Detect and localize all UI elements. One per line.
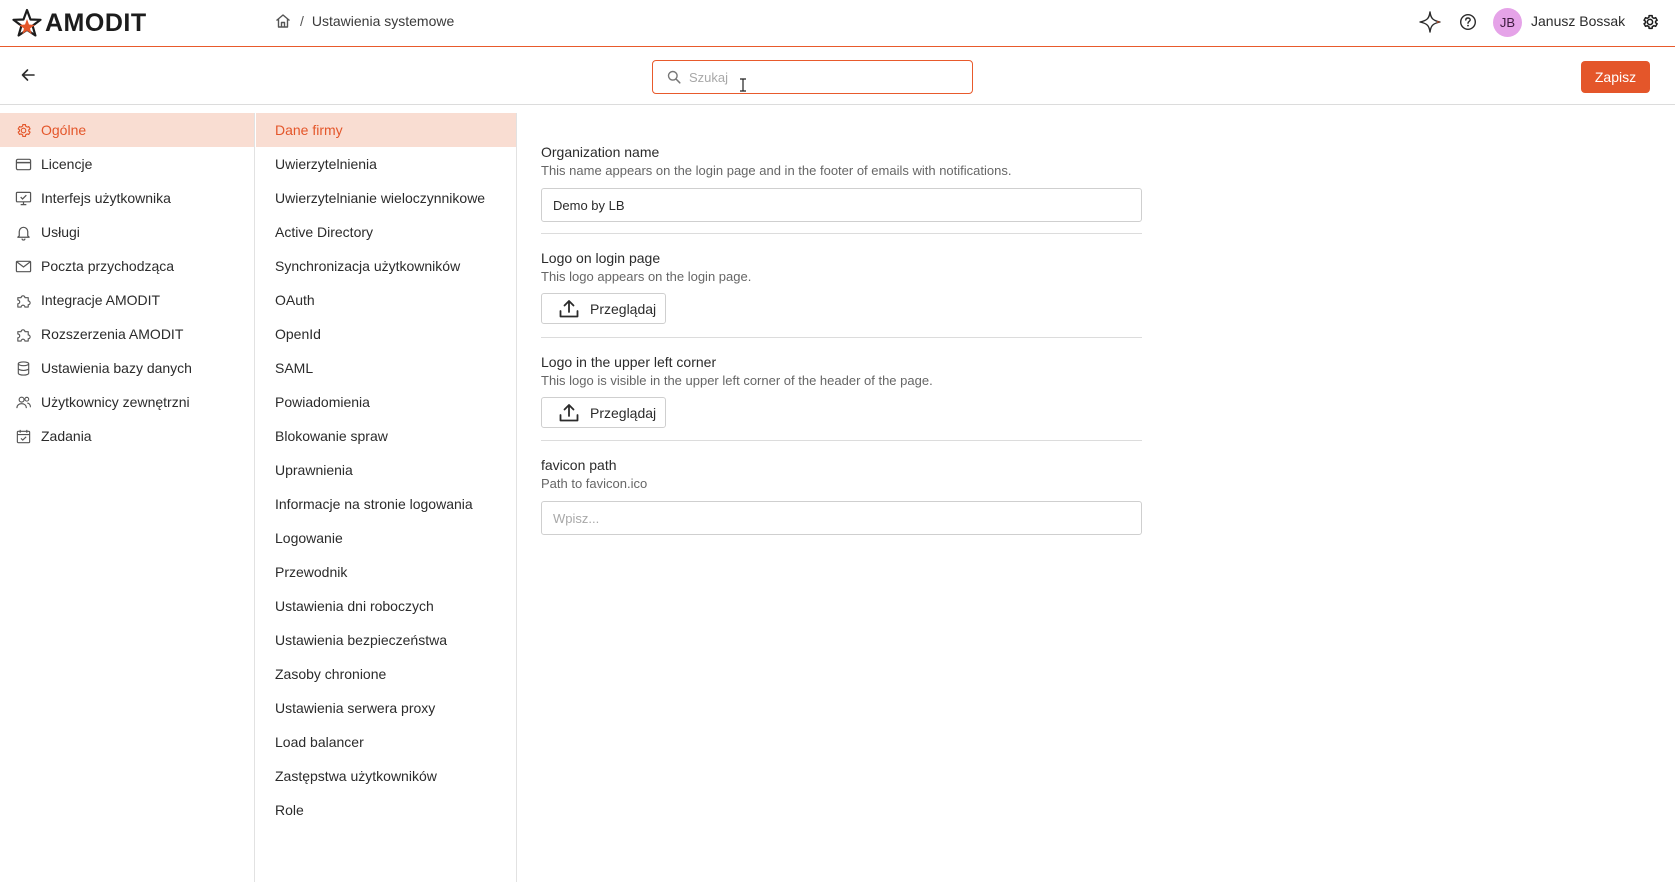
favicon-field: favicon path Path to favicon.ico Wpisz..… [541, 441, 1142, 535]
breadcrumb-current: Ustawienia systemowe [311, 13, 455, 29]
field-description: This name appears on the login page and … [541, 163, 1012, 178]
left-nav-item-ogolne[interactable]: Ogólne [0, 113, 254, 147]
puzzle-icon [14, 325, 32, 343]
left-nav-label: Poczta przychodząca [41, 258, 175, 274]
amodit-logo[interactable]: AMODIT [12, 6, 147, 40]
left-nav-item-integracje[interactable]: Integracje AMODIT [0, 283, 254, 317]
ai-sparkle-icon[interactable] [1418, 10, 1442, 34]
field-title: Logo in the upper left corner [541, 354, 717, 370]
org-name-field: Organization name This name appears on t… [541, 113, 1142, 234]
back-arrow-icon[interactable] [17, 64, 39, 86]
settings-subsection-nav: Dane firmy Uwierzytelnienia Uwierzytelni… [256, 113, 517, 882]
text-cursor-icon [740, 78, 746, 92]
mail-icon [14, 257, 32, 275]
field-title: Logo on login page [541, 250, 661, 266]
toolbar [0, 47, 1675, 105]
field-title: favicon path [541, 457, 617, 473]
mid-nav-item[interactable]: Uwierzytelnienia [256, 147, 516, 181]
calendar-check-icon [14, 427, 32, 445]
field-description: Path to favicon.ico [541, 476, 648, 491]
left-nav-label: Interfejs użytkownika [41, 190, 171, 206]
logo-login-field: Logo on login page This logo appears on … [541, 234, 1142, 338]
company-data-form: Organization name This name appears on t… [541, 113, 1142, 535]
browse-button-label: Przeglądaj [590, 300, 657, 317]
save-button[interactable]: Zapisz [1581, 61, 1650, 93]
field-description: This logo is visible in the upper left c… [541, 373, 933, 388]
mid-nav-item[interactable]: Load balancer [256, 725, 516, 759]
search-icon [667, 70, 681, 84]
left-nav-label: Integracje AMODIT [41, 292, 161, 308]
left-nav-item-licencje[interactable]: Licencje [0, 147, 254, 181]
avatar[interactable]: JB [1493, 8, 1522, 37]
field-title: Organization name [541, 144, 660, 160]
left-nav-label: Licencje [41, 156, 93, 172]
left-nav-label: Rozszerzenia AMODIT [41, 326, 184, 342]
gear-icon [14, 121, 32, 139]
browse-button[interactable]: Przeglądaj [541, 397, 666, 428]
mid-nav-item[interactable]: Uwierzytelnianie wieloczynnikowe [256, 181, 516, 215]
database-icon [14, 359, 32, 377]
search-input[interactable] [689, 69, 959, 85]
org-name-input[interactable]: Demo by LB [541, 188, 1142, 222]
left-nav-label: Ogólne [41, 122, 87, 138]
mid-nav-item[interactable]: OpenId [256, 317, 516, 351]
breadcrumb: / Ustawienia systemowe [274, 12, 454, 30]
puzzle-icon [14, 291, 32, 309]
field-description: This logo appears on the login page. [541, 269, 752, 284]
mid-nav-item[interactable]: SAML [256, 351, 516, 385]
mid-nav-item[interactable]: Powiadomienia [256, 385, 516, 419]
mid-nav-item[interactable]: Ustawienia serwera proxy [256, 691, 516, 725]
favicon-path-input[interactable]: Wpisz... [541, 501, 1142, 535]
top-header: AMODIT / Ustawienia systemowe JB Janusz … [0, 0, 1675, 47]
left-nav-item-uzytkownicy-zewnetrzni[interactable]: Użytkownicy zewnętrzni [0, 385, 254, 419]
left-nav-item-interfejs[interactable]: Interfejs użytkownika [0, 181, 254, 215]
left-nav-label: Ustawienia bazy danych [41, 360, 192, 376]
mid-nav-item[interactable]: Role [256, 793, 516, 827]
mid-nav-item[interactable]: Dane firmy [256, 113, 516, 147]
users-icon [14, 393, 32, 411]
mid-nav-item[interactable]: Active Directory [256, 215, 516, 249]
mid-nav-item[interactable]: Przewodnik [256, 555, 516, 589]
mid-nav-item[interactable]: Ustawienia dni roboczych [256, 589, 516, 623]
left-nav-item-uslugi[interactable]: Usługi [0, 215, 254, 249]
mid-nav-item[interactable]: OAuth [256, 283, 516, 317]
mid-nav-item[interactable]: Informacje na stronie logowania [256, 487, 516, 521]
monitor-icon [14, 189, 32, 207]
browse-button[interactable]: Przeglądaj [541, 293, 666, 324]
mid-nav-item[interactable]: Synchronizacja użytkowników [256, 249, 516, 283]
breadcrumb-separator: / [300, 13, 304, 29]
left-nav-item-rozszerzenia[interactable]: Rozszerzenia AMODIT [0, 317, 254, 351]
left-nav-item-poczta[interactable]: Poczta przychodząca [0, 249, 254, 283]
search-box[interactable] [652, 60, 973, 94]
settings-category-nav: Ogólne Licencje Interfejs użytkownika Us… [0, 113, 255, 882]
mid-nav-item[interactable]: Zastępstwa użytkowników [256, 759, 516, 793]
avatar-initials: JB [1499, 15, 1516, 30]
left-nav-item-zadania[interactable]: Zadania [0, 419, 254, 453]
browse-button-label: Przeglądaj [590, 404, 657, 421]
left-nav-label: Użytkownicy zewnętrzni [41, 394, 190, 410]
left-nav-label: Zadania [41, 428, 92, 444]
upload-icon [559, 403, 579, 421]
logo-text: AMODIT [45, 8, 147, 37]
left-nav-label: Usługi [41, 224, 80, 240]
bell-icon [14, 223, 32, 241]
user-name[interactable]: Janusz Bossak [1531, 13, 1625, 29]
mid-nav-item[interactable]: Uprawnienia [256, 453, 516, 487]
mid-nav-item[interactable]: Logowanie [256, 521, 516, 555]
mid-nav-item[interactable]: Ustawienia bezpieczeństwa [256, 623, 516, 657]
amodit-star-icon [12, 8, 42, 37]
upload-icon [559, 299, 579, 317]
settings-gear-icon[interactable] [1638, 10, 1662, 34]
home-icon[interactable] [274, 12, 292, 30]
mid-nav-item[interactable]: Blokowanie spraw [256, 419, 516, 453]
logo-corner-field: Logo in the upper left corner This logo … [541, 338, 1142, 441]
help-icon[interactable] [1456, 10, 1480, 34]
mid-nav-item[interactable]: Zasoby chronione [256, 657, 516, 691]
left-nav-item-baza-danych[interactable]: Ustawienia bazy danych [0, 351, 254, 385]
card-icon [14, 155, 32, 173]
